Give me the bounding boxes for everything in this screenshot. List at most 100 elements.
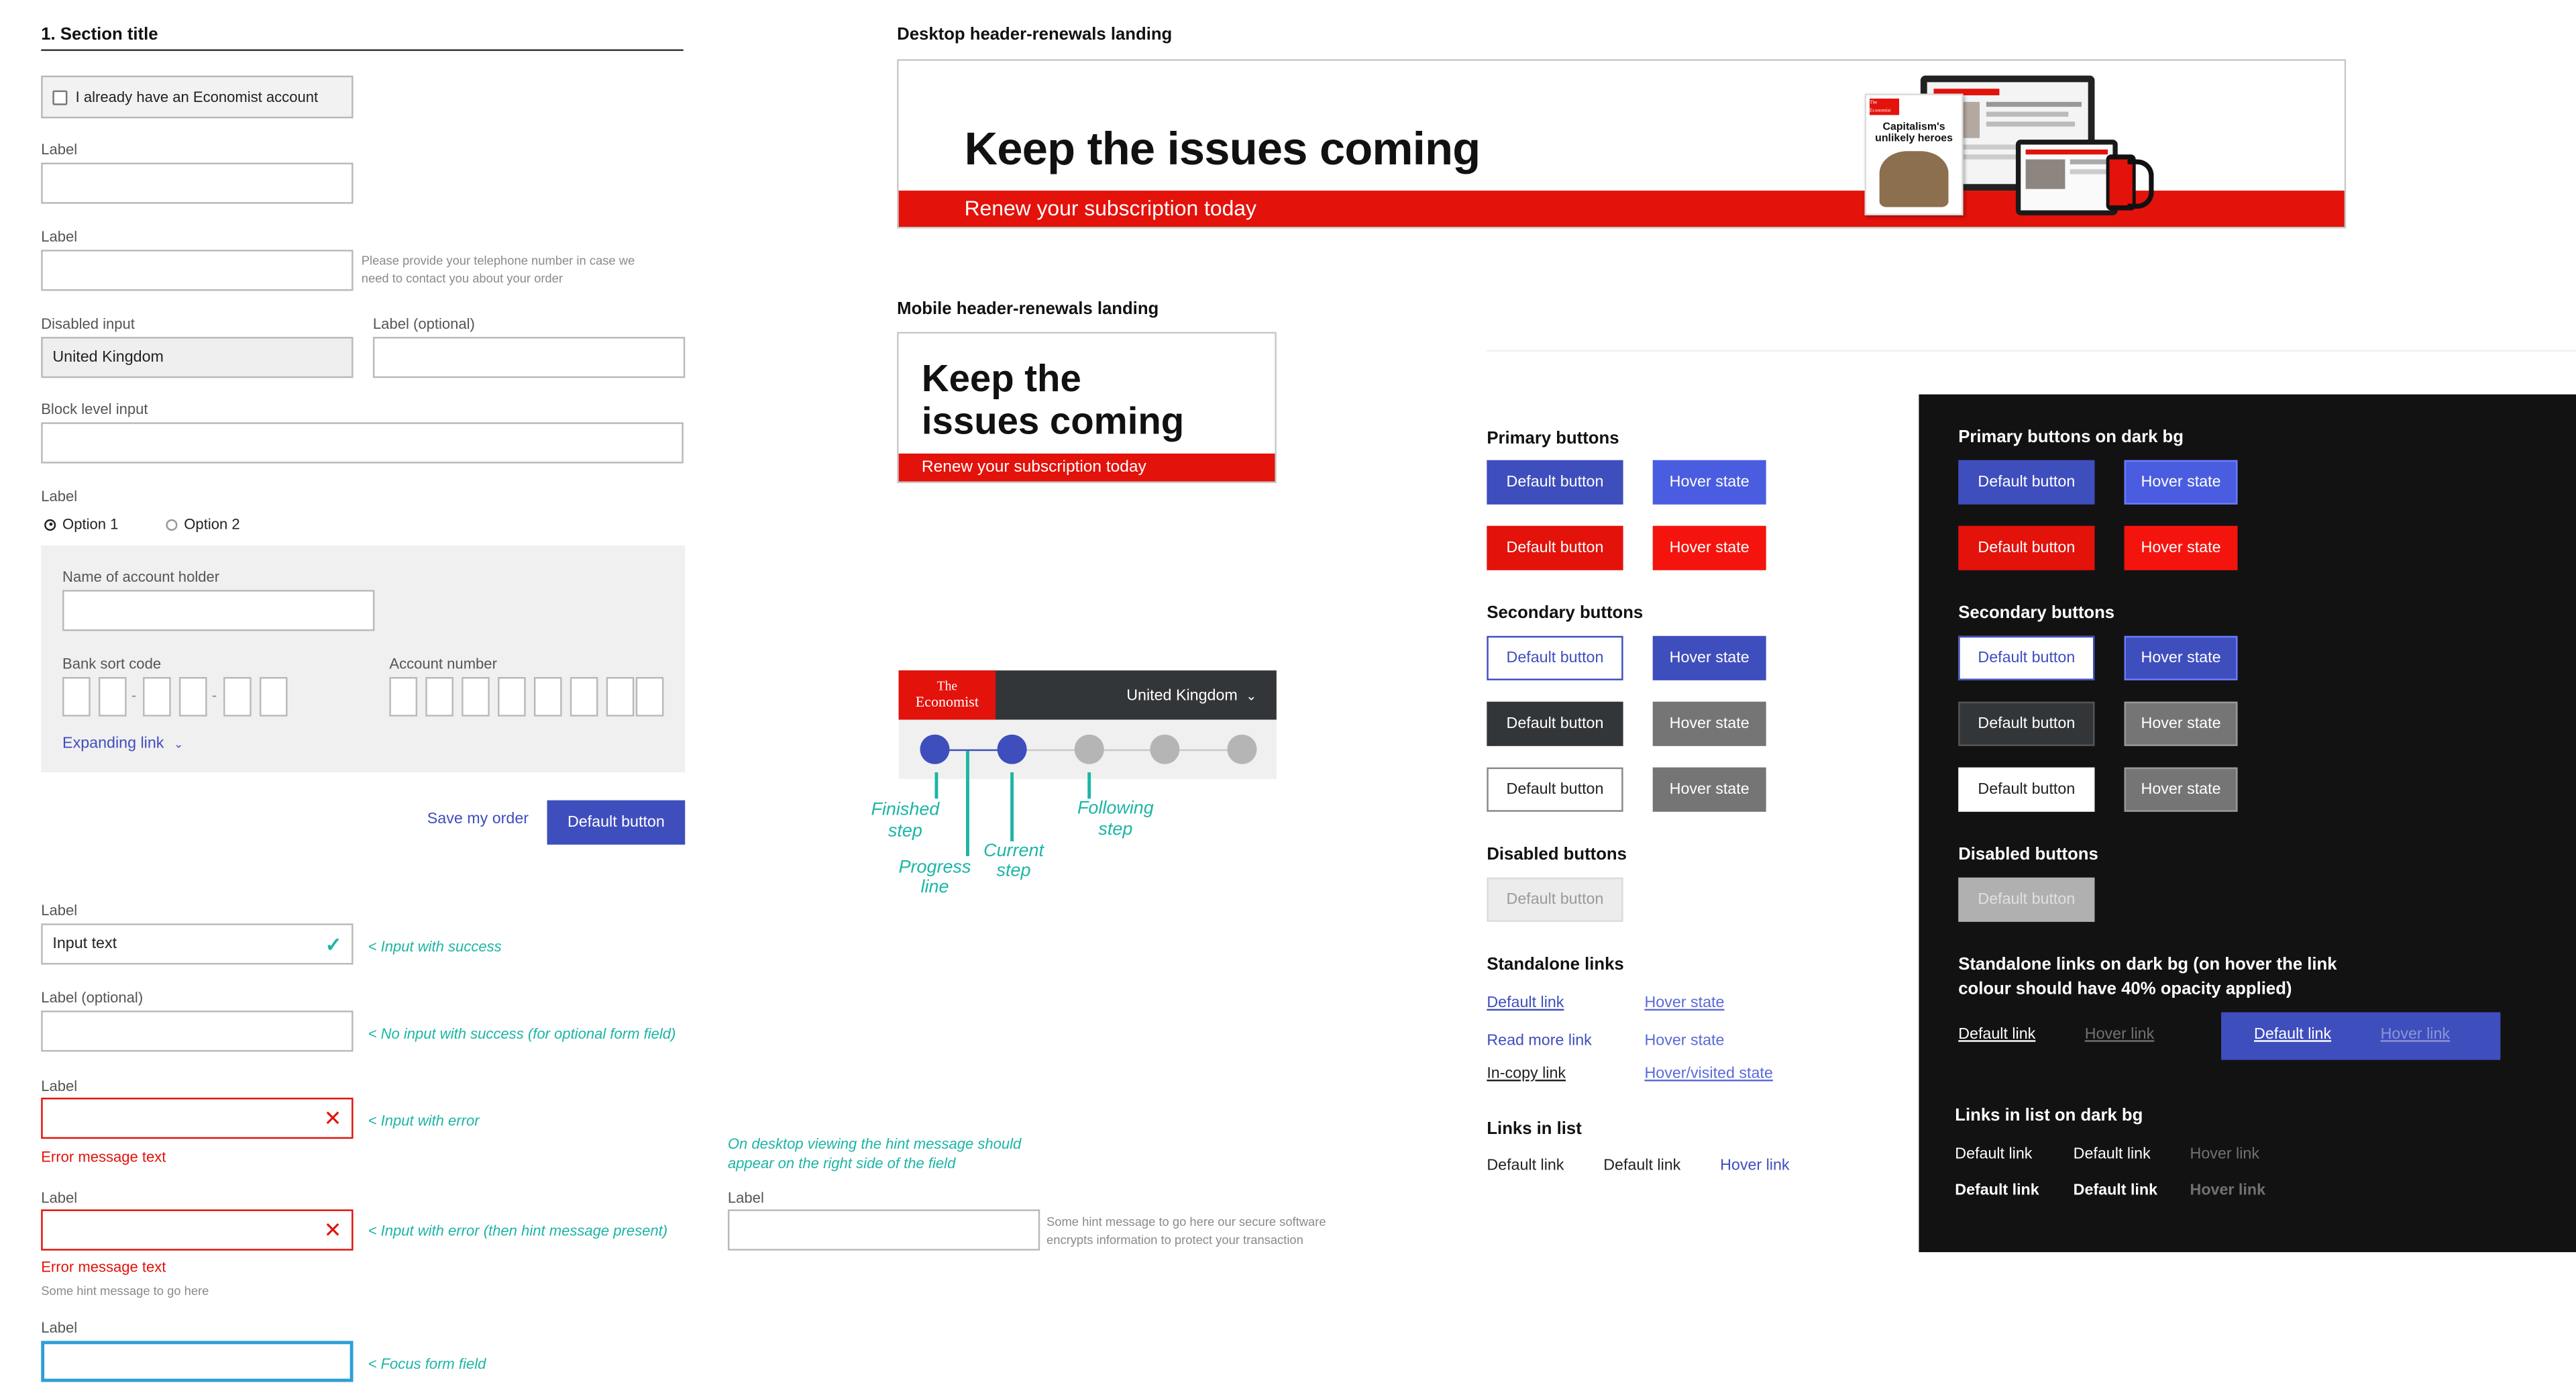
red-default-button[interactable]: Default button [1487,525,1623,570]
expanding-link[interactable]: Expanding link ⌄ [62,735,183,753]
blue-panel-hover-link[interactable]: Hover link [2381,1025,2450,1043]
hover-state-link[interactable]: Hover state [1644,994,1724,1013]
secondary-default-button[interactable]: Default button [1487,635,1623,680]
following-step-dot [1227,734,1257,764]
progress-line-pending [1012,749,1242,752]
block-input[interactable] [41,422,684,464]
dark-default-button[interactable]: Default button [1487,701,1623,746]
account-number-label: Account number [389,656,497,672]
dark-red-hover-button[interactable]: Hover state [2124,525,2238,570]
radio-option-label: Option 2 [184,515,240,533]
hint-demo-input[interactable] [727,1209,1040,1251]
list-default-link[interactable]: Default link [1487,1157,1564,1175]
primary-hover-button[interactable]: Hover state [1652,460,1766,505]
error-x-icon: ✕ [323,1104,342,1130]
save-my-order-link[interactable]: Save my order [427,810,529,828]
dark-primary-hover-button[interactable]: Hover state [2124,460,2238,505]
secondary-hover-button[interactable]: Hover state [1652,635,1766,680]
sort-code-dash: - [131,686,137,704]
account-number-box[interactable] [389,676,418,717]
read-more-link[interactable]: Read more link [1487,1032,1591,1050]
account-checkbox-row[interactable]: I already have an Economist account [41,75,354,119]
telephone-input[interactable] [41,250,354,291]
country-selector[interactable]: United Kingdom ⌄ [1126,687,1256,705]
hover-visited-link[interactable]: Hover/visited state [1644,1065,1772,1083]
default-button[interactable]: Default button [547,800,686,845]
dark-list-bold-hover-link[interactable]: Hover link [2190,1182,2266,1200]
mobile-subline: Renew your subscription today [921,458,1146,477]
dark-hover-button[interactable]: Hover state [1652,701,1766,746]
dark-primary-default-button[interactable]: Default button [1958,460,2095,505]
dark-grey-hover-button[interactable]: Hover state [2124,701,2238,746]
following-step-dot [1074,734,1104,764]
radio-label: Label [41,488,78,505]
default-link[interactable]: Default link [1487,994,1564,1013]
radio-option-1[interactable]: Option 1 [44,516,118,532]
text-input[interactable] [41,162,354,204]
account-holder-input[interactable] [62,590,375,631]
dark-list-bold-default-link[interactable]: Default link [2074,1182,2157,1200]
dark-default-link[interactable]: Default link [1958,1025,2035,1043]
dark-secondary-hover-button[interactable]: Hover state [2124,635,2238,680]
sort-code-box[interactable] [178,676,207,717]
desktop-headline: Keep the issues coming [964,123,1481,174]
optional-input[interactable] [372,337,686,378]
outline-default-button[interactable]: Default button [1487,767,1623,812]
error2-input[interactable]: ✕ [41,1209,354,1251]
red-hover-button[interactable]: Hover state [1652,525,1766,570]
sort-code-box[interactable] [223,676,252,717]
account-number-box[interactable] [498,676,526,717]
account-number-box[interactable] [425,676,453,717]
error2-note: < Input with error (then hint message pr… [368,1223,668,1239]
error-input[interactable]: ✕ [41,1097,354,1139]
mobile-headline-line1: Keep the [921,356,1081,400]
annotation-line [1087,772,1090,799]
account-number-box[interactable] [635,676,664,717]
account-number-box[interactable] [570,676,598,717]
outline-hover-button[interactable]: Hover state [1652,767,1766,812]
read-more-hover-link[interactable]: Hover state [1644,1032,1724,1050]
list-default-link[interactable]: Default link [1603,1157,1680,1175]
economist-logo[interactable]: The Economist [898,670,996,720]
bank-details-panel: Name of account holder Bank sort code - … [41,546,686,773]
dark-white-default-button[interactable]: Default button [1958,767,2095,812]
primary-default-button[interactable]: Default button [1487,460,1623,505]
tablet-illustration [2015,140,2118,215]
dark-list-bold-default-link[interactable]: Default link [1955,1182,2039,1200]
dark-red-default-button[interactable]: Default button [1958,525,2095,570]
sort-code-box[interactable] [98,676,127,717]
logo-line-1: The [936,678,958,694]
field-label: Label [41,141,78,158]
list-hover-link[interactable]: Hover link [1720,1157,1789,1175]
optional-input[interactable] [41,1011,354,1052]
radio-option-2[interactable]: Option 2 [166,515,240,533]
sort-code-box[interactable] [62,676,91,717]
sort-code-box[interactable] [259,676,288,717]
blue-panel-default-link[interactable]: Default link [2254,1025,2331,1043]
primary-buttons-title: Primary buttons [1487,429,1619,449]
annotation-line [1010,772,1013,841]
sort-code-box[interactable] [143,676,171,717]
dark-secondary-default-button[interactable]: Default button [1958,635,2095,680]
in-copy-link[interactable]: In-copy link [1487,1065,1566,1083]
checkbox[interactable] [52,89,68,105]
account-number-box[interactable] [462,676,490,717]
focus-label: Label [41,1319,78,1337]
dark-hover-link[interactable]: Hover link [2085,1025,2154,1043]
annotation-line [934,772,938,799]
account-number-box[interactable] [533,676,562,717]
section-title: 1. Section title [41,24,158,45]
disabled-buttons-title: Disabled buttons [1487,844,1627,865]
account-number-box[interactable] [606,676,635,717]
dark-list-default-link[interactable]: Default link [2074,1145,2151,1163]
error2-label: Label [41,1190,78,1206]
success-input[interactable]: Input text ✓ [41,923,354,965]
dark-list-hover-link[interactable]: Hover link [2190,1145,2259,1163]
dark-grey-default-button[interactable]: Default button [1958,701,2095,746]
hint-demo-hint: Some hint message to go here our secure … [1046,1214,1326,1247]
dark-list-default-link[interactable]: Default link [1955,1145,2032,1163]
current-step-dot [997,734,1027,764]
dark-white-hover-button[interactable]: Hover state [2124,767,2238,812]
focus-input[interactable] [41,1341,354,1382]
magazine-cover: The Economist Capitalism's unlikely hero… [1864,93,1964,215]
